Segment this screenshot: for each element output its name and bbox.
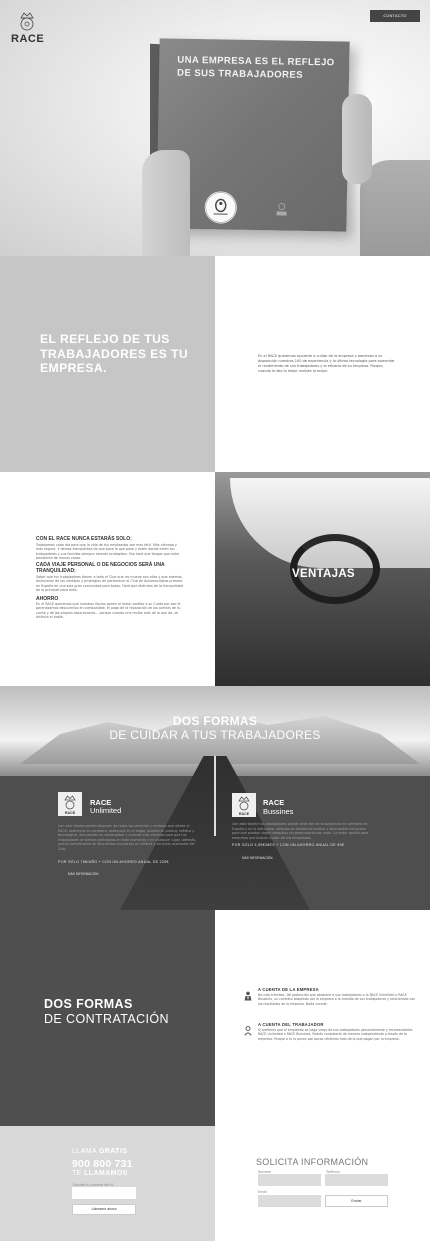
contratacion-option-text: Si prefieres que el empleado se haga car… (258, 1028, 413, 1041)
dos-formas-title-light: DE CUIDAR A TUS TRABAJADORES (109, 728, 321, 742)
info-panel (215, 1126, 430, 1241)
reflejo-title: EL REFLEJO DE TUS TRABAJADORES ES TU EMP… (40, 332, 189, 375)
plan-brand: RACE (263, 798, 285, 807)
call-me-button[interactable]: Llámame ahora (72, 1204, 136, 1215)
call-free-light: LLAMA (72, 1148, 97, 1155)
plan-description: Con esta tarjeta podrás disponer de todo… (58, 824, 197, 851)
call-free-bold: GRATIS (98, 1148, 128, 1155)
callback-heading: TE LLAMAMOS (72, 1170, 128, 1177)
send-button[interactable]: Enviar (325, 1195, 388, 1207)
plan-logo-brand: RACE (65, 811, 76, 815)
ventaja-text: Saber que tus trabajadores tienen a todo… (36, 575, 183, 593)
plan-name: Unlimited (90, 806, 122, 815)
plan-price: POR SÓLO 79€/AÑO + CON UN AHORRO ANUAL D… (58, 860, 169, 864)
plan-price: POR SÓLO 4,95€/MES + CON UN AHORRO ANUAL… (232, 843, 345, 847)
callback-light: TE (72, 1170, 82, 1177)
plan-description: Con esta tarjeta tus trabajadores podrán… (232, 822, 369, 840)
contratacion-title-bold: DOS FORMAS (44, 997, 133, 1011)
telefono-input[interactable] (325, 1174, 388, 1186)
business-icon (244, 986, 252, 1001)
reflejo-text: En el RACE queremos ayudarle a cuidar de… (258, 354, 395, 373)
callback-bold: LLAMAMOS (84, 1170, 128, 1177)
plan-more-info-link[interactable]: MÁS INFORMACIÓN (68, 872, 98, 876)
dos-formas-section: DOS FORMAS DE CUIDAR A TUS TRABAJADORES … (0, 686, 430, 910)
plan-more-info-link[interactable]: MÁS INFORMACIÓN (242, 856, 272, 860)
contact-button[interactable]: CONTACTO (370, 10, 420, 22)
hero-section: UNA EMPRESA ES EL REFLEJO DE SUS TRABAJA… (0, 0, 430, 256)
seal-icon (204, 191, 238, 224)
reflejo-section: EL REFLEJO DE TUS TRABAJADORES ES TU EMP… (0, 256, 430, 472)
phone-input[interactable] (72, 1187, 136, 1199)
contratacion-title-light: DE CONTRATACIÓN (44, 1012, 169, 1026)
dos-formas-title-bold: DOS FORMAS (172, 714, 258, 728)
person-icon (244, 1021, 252, 1036)
nombre-input[interactable] (258, 1174, 321, 1186)
book-title: UNA EMPRESA ES EL REFLEJO DE SUS TRABAJA… (176, 54, 335, 81)
ventaja-text: En el RACE queremos que nuestros Socios … (36, 602, 181, 620)
solicita-title: SOLICITA INFORMACIÓN (256, 1157, 369, 1167)
contact-forms-section: LLAMA GRATIS 900 800 731 TE LLAMAMOS Esc… (0, 1126, 430, 1241)
contratacion-option-text: No más trámites. Dé protección que abast… (258, 993, 416, 1006)
plan-logo-brand: RACE (239, 812, 250, 816)
contratacion-panel-right (215, 910, 430, 1126)
logo-text[interactable]: RACE (11, 33, 44, 45)
ventajas-section: VENTAJAS CON EL RACE NUNCA ESTARÁS SOLO:… (0, 472, 430, 686)
ventaja-text: Trabajamos cada día para que la vida de … (36, 543, 180, 561)
contratacion-section: DOS FORMAS DE CONTRATACIÓN A CUENTA DE L… (0, 910, 430, 1126)
race-bussines-logo-icon: RACE (232, 793, 256, 817)
race-crown-logo-icon[interactable] (12, 10, 42, 32)
hand-right (342, 94, 372, 184)
email-input[interactable] (258, 1195, 321, 1207)
ventaja-heading: CADA VIAJE PERSONAL O DE NEGOCIOS SERÁ U… (36, 562, 165, 574)
call-free-heading: LLAMA GRATIS (72, 1148, 127, 1155)
ventajas-title: VENTAJAS (292, 568, 355, 580)
ventaja-heading: CON EL RACE NUNCA ESTARÁS SOLO: (36, 536, 132, 542)
road-line (214, 756, 216, 836)
hand-left (142, 150, 190, 256)
book-crown-logo-icon (267, 202, 297, 221)
email-label: Email (258, 1190, 268, 1194)
contratacion-option-heading: A CUENTA DE LA EMPRESA (258, 987, 319, 992)
contratacion-option-heading: A CUENTA DEL TRABAJADOR (258, 1022, 324, 1027)
phone-number[interactable]: 900 800 731 (72, 1158, 133, 1170)
plan-name: Bussines (263, 807, 294, 816)
race-unlimited-logo-icon: RACE (58, 792, 82, 816)
